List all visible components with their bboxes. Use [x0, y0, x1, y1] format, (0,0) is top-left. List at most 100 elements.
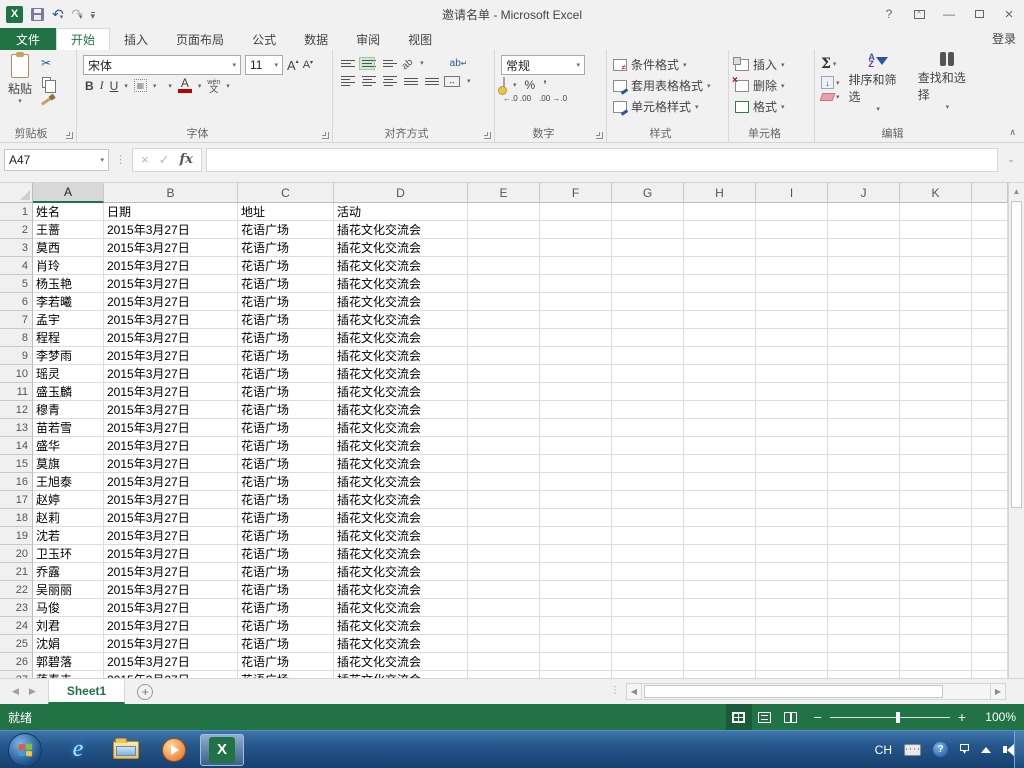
cell-B12[interactable]: 2015年3月27日	[104, 401, 238, 419]
cell-F1[interactable]	[540, 203, 612, 221]
row-header-4[interactable]: 4	[0, 257, 33, 275]
cell-A10[interactable]: 瑶灵	[33, 365, 104, 383]
row-header-1[interactable]: 1	[0, 203, 33, 221]
cell-E6[interactable]	[468, 293, 540, 311]
cell-K6[interactable]	[900, 293, 972, 311]
horizontal-scroll-track[interactable]	[642, 683, 990, 700]
cell-J24[interactable]	[828, 617, 900, 635]
vertical-scroll-thumb[interactable]	[1011, 201, 1022, 508]
cancel-entry-button[interactable]: ×	[141, 152, 149, 167]
cell-G17[interactable]	[612, 491, 684, 509]
cell-H5[interactable]	[684, 275, 756, 293]
column-header-I[interactable]: I	[756, 183, 828, 203]
vertical-scrollbar[interactable]: ▲	[1008, 183, 1024, 678]
column-header-B[interactable]: B	[104, 183, 238, 203]
cell-K5[interactable]	[900, 275, 972, 293]
cell-B10[interactable]: 2015年3月27日	[104, 365, 238, 383]
language-indicator[interactable]: CH	[875, 743, 892, 757]
cell-B22[interactable]: 2015年3月27日	[104, 581, 238, 599]
cell-G9[interactable]	[612, 347, 684, 365]
cell-I25[interactable]	[756, 635, 828, 653]
cell-E20[interactable]	[468, 545, 540, 563]
cell-L11[interactable]	[972, 383, 1008, 401]
cell-L27[interactable]	[972, 671, 1008, 678]
phonetic-guide-button[interactable]: wén 文	[207, 79, 220, 94]
cell-F8[interactable]	[540, 329, 612, 347]
row-header-27[interactable]: 27	[0, 671, 33, 678]
cell-I16[interactable]	[756, 473, 828, 491]
cell-A2[interactable]: 王蔷	[33, 221, 104, 239]
cell-J9[interactable]	[828, 347, 900, 365]
cell-L24[interactable]	[972, 617, 1008, 635]
cell-I19[interactable]	[756, 527, 828, 545]
cell-A23[interactable]: 马俊	[33, 599, 104, 617]
zoom-slider-thumb[interactable]	[895, 711, 900, 723]
cell-D9[interactable]: 插花文化交流会	[334, 347, 468, 365]
cell-J4[interactable]	[828, 257, 900, 275]
cell-A13[interactable]: 苗若雪	[33, 419, 104, 437]
cell-J20[interactable]	[828, 545, 900, 563]
cell-A5[interactable]: 杨玉艳	[33, 275, 104, 293]
cell-G12[interactable]	[612, 401, 684, 419]
formula-input[interactable]	[205, 147, 998, 172]
cell-G25[interactable]	[612, 635, 684, 653]
delete-cells-button[interactable]: 删除▾	[732, 75, 785, 94]
format-cells-button[interactable]: 格式 ▾	[735, 98, 785, 115]
cell-F14[interactable]	[540, 437, 612, 455]
cell-I26[interactable]	[756, 653, 828, 671]
cell-H16[interactable]	[684, 473, 756, 491]
cell-H2[interactable]	[684, 221, 756, 239]
cell-H21[interactable]	[684, 563, 756, 581]
zoom-level[interactable]: 100%	[974, 710, 1016, 724]
row-header-7[interactable]: 7	[0, 311, 33, 329]
cell-D20[interactable]: 插花文化交流会	[334, 545, 468, 563]
cell-C10[interactable]: 花语广场	[238, 365, 334, 383]
cell-B1[interactable]: 日期	[104, 203, 238, 221]
cell-G18[interactable]	[612, 509, 684, 527]
taskbar-excel[interactable]: X	[200, 733, 244, 766]
cell-D24[interactable]: 插花文化交流会	[334, 617, 468, 635]
cell-K17[interactable]	[900, 491, 972, 509]
cell-H22[interactable]	[684, 581, 756, 599]
cell-B19[interactable]: 2015年3月27日	[104, 527, 238, 545]
cell-A19[interactable]: 沈若	[33, 527, 104, 545]
format-as-table-button[interactable]: 套用表格格式 ▾	[613, 77, 711, 94]
cell-I27[interactable]	[756, 671, 828, 678]
cell-F7[interactable]	[540, 311, 612, 329]
cell-H20[interactable]	[684, 545, 756, 563]
cell-J15[interactable]	[828, 455, 900, 473]
cell-D27[interactable]: 插花文化交流会	[334, 671, 468, 678]
row-header-15[interactable]: 15	[0, 455, 33, 473]
normal-view-button[interactable]	[725, 704, 752, 730]
cell-I3[interactable]	[756, 239, 828, 257]
cell-E1[interactable]	[468, 203, 540, 221]
cell-D18[interactable]: 插花文化交流会	[334, 509, 468, 527]
cell-H13[interactable]	[684, 419, 756, 437]
paste-button[interactable]: 粘贴 ▾	[4, 52, 36, 126]
cell-J18[interactable]	[828, 509, 900, 527]
bold-button[interactable]: B	[85, 79, 94, 93]
cell-J7[interactable]	[828, 311, 900, 329]
undo-button[interactable]: ↶▾	[52, 7, 64, 22]
copy-button[interactable]	[36, 74, 56, 93]
cell-L22[interactable]	[972, 581, 1008, 599]
comma-style-button[interactable]: ’	[543, 78, 546, 92]
cell-B17[interactable]: 2015年3月27日	[104, 491, 238, 509]
cell-G23[interactable]	[612, 599, 684, 617]
name-box[interactable]: A47 ▾	[4, 148, 109, 171]
increase-decimal-button[interactable]: ←.0 .00	[503, 95, 531, 103]
cell-G7[interactable]	[612, 311, 684, 329]
cell-K24[interactable]	[900, 617, 972, 635]
keyboard-icon[interactable]	[904, 743, 921, 756]
cell-D26[interactable]: 插花文化交流会	[334, 653, 468, 671]
cell-L7[interactable]	[972, 311, 1008, 329]
cell-L18[interactable]	[972, 509, 1008, 527]
cell-B13[interactable]: 2015年3月27日	[104, 419, 238, 437]
cell-J26[interactable]	[828, 653, 900, 671]
cell-E2[interactable]	[468, 221, 540, 239]
cell-D12[interactable]: 插花文化交流会	[334, 401, 468, 419]
borders-button[interactable]: ▦	[133, 79, 147, 92]
cell-G22[interactable]	[612, 581, 684, 599]
select-all-corner[interactable]	[0, 183, 33, 203]
clear-button[interactable]: ▾	[819, 93, 840, 101]
